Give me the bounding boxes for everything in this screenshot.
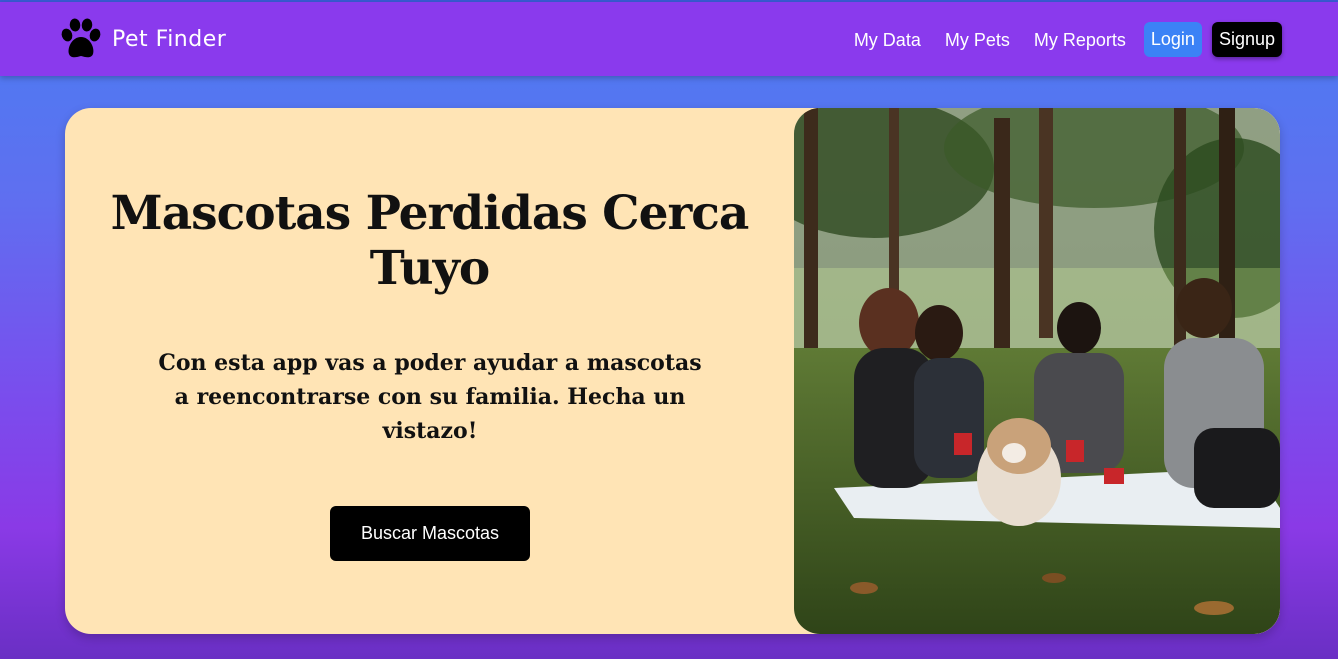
login-button[interactable]: Login: [1143, 22, 1202, 57]
search-pets-button[interactable]: Buscar Mascotas: [330, 506, 530, 561]
nav-link-my-pets[interactable]: My Pets: [945, 23, 1010, 57]
signup-button[interactable]: Signup: [1211, 22, 1282, 57]
hero-title: Mascotas Perdidas Cerca Tuyo: [110, 186, 750, 296]
park-picnic-image: [794, 108, 1280, 634]
hero-content: Mascotas Perdidas Cerca Tuyo Con esta ap…: [65, 108, 794, 634]
hero-photo: [794, 108, 1280, 634]
hero-description: Con esta app vas a poder ayudar a mascot…: [158, 350, 702, 444]
nav-link-my-data[interactable]: My Data: [854, 23, 921, 57]
nav-link-my-reports[interactable]: My Reports: [1034, 23, 1126, 57]
navbar: Pet Finder My Data My Pets My Reports Lo…: [0, 2, 1338, 76]
nav-links: My Data My Pets My Reports Login Signup: [830, 22, 1282, 57]
brand-name: Pet Finder: [112, 26, 227, 52]
hero-card: Mascotas Perdidas Cerca Tuyo Con esta ap…: [65, 108, 1280, 634]
paw-icon: [61, 18, 101, 58]
brand[interactable]: Pet Finder: [58, 18, 226, 60]
